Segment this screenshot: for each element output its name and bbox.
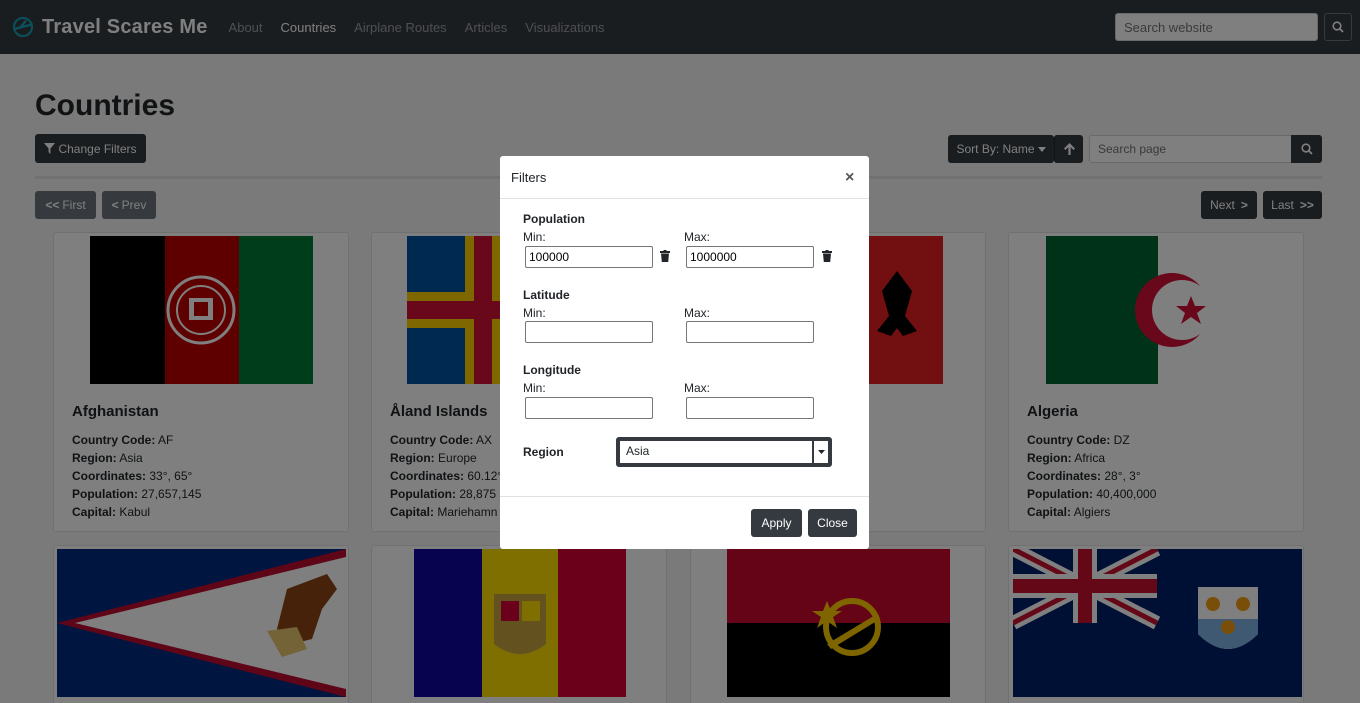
- population-min-label: Min:: [523, 230, 546, 244]
- close-button[interactable]: Close: [808, 509, 857, 537]
- longitude-max-label: Max:: [684, 381, 711, 395]
- population-filter-label: Population: [523, 212, 585, 226]
- latitude-max-label: Max:: [684, 306, 711, 320]
- region-filter-label: Region: [523, 445, 564, 459]
- filters-modal: Filters × Population Min: Max: Latitude …: [500, 156, 869, 549]
- latitude-min-label: Min:: [523, 306, 546, 320]
- population-min-input[interactable]: [525, 246, 653, 268]
- latitude-max-input[interactable]: [686, 321, 814, 343]
- longitude-max-input[interactable]: [686, 397, 814, 419]
- modal-footer-divider: [500, 496, 869, 497]
- population-max-label: Max:: [684, 230, 711, 244]
- close-icon[interactable]: ×: [845, 169, 854, 187]
- trash-icon[interactable]: [660, 250, 670, 262]
- longitude-min-input[interactable]: [525, 397, 653, 419]
- longitude-filter-label: Longitude: [523, 363, 581, 377]
- modal-title: Filters: [511, 170, 547, 185]
- latitude-min-input[interactable]: [525, 321, 653, 343]
- trash-icon[interactable]: [822, 250, 832, 262]
- region-select[interactable]: Asia: [616, 437, 832, 467]
- chevron-down-icon: [814, 441, 828, 463]
- region-selected-value: Asia: [620, 441, 812, 463]
- latitude-filter-label: Latitude: [523, 288, 570, 302]
- modal-header: Filters ×: [500, 156, 869, 199]
- population-max-input[interactable]: [686, 246, 814, 268]
- longitude-min-label: Min:: [523, 381, 546, 395]
- apply-button[interactable]: Apply: [751, 509, 802, 537]
